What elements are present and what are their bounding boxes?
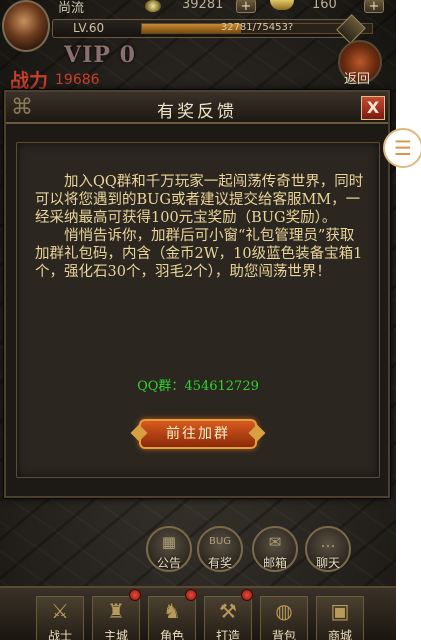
scroll-icon: ▦ — [161, 533, 177, 551]
bottom-nav: ⚔ 战士 ♜ 主城 ♞ 角色 ⚒ 打造 ◍ 背包 ▣ 商城 — [0, 586, 396, 640]
qq-group-number: QQ群：454612729 — [137, 379, 259, 394]
vip-label[interactable]: VIP 0 — [64, 42, 136, 68]
nav-character[interactable]: ♞ 角色 — [148, 589, 197, 640]
bug-reward-label: 有奖 — [207, 556, 232, 570]
nav-warrior[interactable]: ⚔ 战士 — [36, 596, 84, 640]
mail-label: 邮箱 — [262, 556, 287, 570]
nav-forge[interactable]: ⚒ 打造 — [204, 589, 253, 640]
nav-shop[interactable]: ▣ 商城 — [316, 596, 364, 640]
notification-dot — [241, 589, 253, 601]
top-hud: 尚流 39281 + 160 + LV.60 32781/75453? VIP … — [0, 0, 396, 92]
join-group-button[interactable]: 前往加群 — [139, 419, 257, 449]
ingot-icon — [270, 0, 294, 10]
add-gold-button[interactable]: + — [236, 0, 256, 14]
notification-dot — [185, 589, 197, 601]
side-panel-strip — [396, 0, 421, 640]
close-button[interactable]: X — [361, 96, 385, 120]
power-label: 战力 — [10, 70, 49, 92]
chest-icon: ▣ — [330, 599, 350, 623]
chat-label: 聊天 — [315, 556, 340, 570]
nav-bag[interactable]: ◍ 背包 — [260, 596, 308, 640]
mail-icon: ✉ — [268, 533, 282, 551]
dialog-title-bar: ⌘ 有奖反馈 X — [6, 92, 388, 124]
notice-button[interactable]: ▦ 公告 — [146, 526, 192, 572]
gold-amount: 39281 — [182, 0, 224, 12]
feedback-dialog: ⌘ 有奖反馈 X 加入QQ群和千万玩家一起闯荡传奇世界，同时可以将您遇到的BUG… — [4, 90, 390, 498]
dialog-content-panel: 加入QQ群和千万玩家一起闯荡传奇世界，同时可以将您遇到的BUG或者建议提交给客服… — [16, 142, 380, 478]
bug-reward-button[interactable]: BUG 有奖 — [197, 526, 243, 572]
floating-menu-button[interactable]: ☰ — [383, 128, 421, 168]
swords-icon: ⚔ — [51, 599, 69, 623]
nav-label: 主城 — [103, 629, 128, 640]
message-paragraph-1: 加入QQ群和千万玩家一起闯荡传奇世界，同时可以将您遇到的BUG或者建议提交给客服… — [35, 174, 364, 226]
player-name: 尚流 — [58, 1, 85, 16]
hammer-icon: ⚒ — [219, 599, 237, 623]
list-icon: ☰ — [394, 136, 412, 160]
notification-dot — [129, 589, 141, 601]
nav-label: 角色 — [159, 629, 184, 640]
nav-label: 打造 — [215, 629, 240, 640]
nav-label: 背包 — [271, 629, 296, 640]
dialog-title: 有奖反馈 — [157, 102, 237, 122]
gold-coin-icon — [145, 0, 161, 12]
nav-main-city[interactable]: ♜ 主城 — [92, 589, 141, 640]
chat-button[interactable]: … 聊天 — [305, 526, 351, 572]
warrior-icon: ♞ — [163, 599, 181, 623]
notice-label: 公告 — [156, 556, 181, 570]
level-label: LV.60 — [73, 21, 105, 35]
power-value: 19686 — [55, 72, 100, 88]
bug-icon: BUG — [209, 536, 231, 547]
nav-label: 商城 — [327, 629, 352, 640]
game-screen: 尚流 39281 + 160 + LV.60 32781/75453? VIP … — [0, 0, 396, 640]
nav-label: 战士 — [47, 629, 72, 640]
message-paragraph-2: 悄悄告诉你，加群后可小窗“礼包管理员”获取加群礼包码，内含（金币2W，10级蓝色… — [35, 228, 363, 280]
bag-icon: ◍ — [275, 599, 293, 623]
player-avatar[interactable] — [2, 0, 50, 52]
chat-bubble-icon: … — [320, 533, 336, 551]
mail-button[interactable]: ✉ 邮箱 — [252, 526, 298, 572]
back-label[interactable]: 返回 — [344, 68, 370, 87]
castle-icon: ♜ — [107, 599, 125, 623]
ingot-amount: 160 — [312, 0, 337, 12]
level-bar: LV.60 32781/75453? — [52, 14, 373, 44]
add-ingot-button[interactable]: + — [364, 0, 384, 14]
message-text: 加入QQ群和千万玩家一起闯荡传奇世界，同时可以将您遇到的BUG或者建议提交给客服… — [35, 173, 367, 281]
